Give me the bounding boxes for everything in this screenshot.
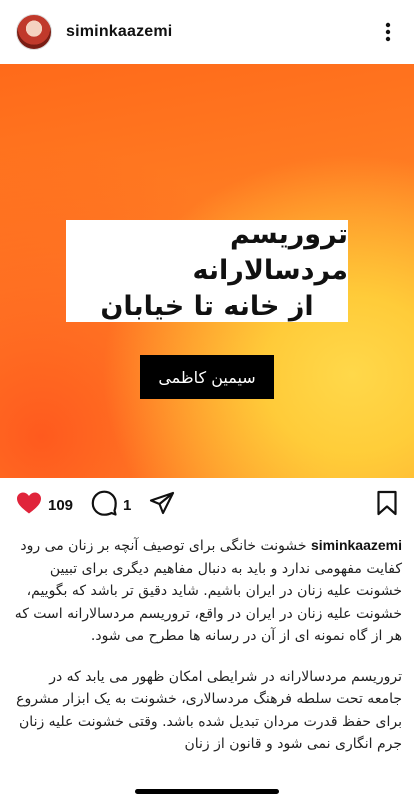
username[interactable]: siminkaazemi	[66, 23, 376, 41]
avatar[interactable]	[16, 14, 52, 50]
post-title-line1: تروریسم مردسالارانه	[192, 219, 348, 286]
bookmark-icon[interactable]	[376, 490, 398, 520]
post-caption: siminkaazemi خشونت خانگی برای توصیف آنچه…	[14, 534, 402, 774]
like-count: 109	[48, 496, 74, 514]
post-title-box: تروریسم مردسالارانه از خانه تا خیابان	[66, 219, 348, 322]
caption-username[interactable]: siminkaazemi	[311, 537, 402, 553]
caption-paragraph-2: تروریسم مردسالارانه در شرایطی امکان ظهور…	[16, 668, 402, 753]
share-icon[interactable]	[149, 491, 175, 519]
action-bar: 109 1	[0, 480, 414, 530]
heart-icon[interactable]	[16, 491, 42, 519]
home-indicator[interactable]	[135, 789, 279, 794]
comment-button[interactable]: 1	[91, 490, 131, 520]
bottom-fade	[0, 770, 414, 800]
comment-count: 1	[123, 496, 132, 514]
save-button[interactable]	[376, 490, 398, 520]
caption-paragraph-1: siminkaazemi خشونت خانگی برای توصیف آنچه…	[14, 534, 402, 648]
post-header: siminkaazemi	[0, 0, 414, 64]
like-button[interactable]: 109	[16, 491, 73, 519]
author-label: سیمین کاظمی	[140, 355, 274, 399]
more-vertical-icon[interactable]	[376, 20, 400, 44]
comment-icon[interactable]	[91, 490, 117, 520]
post-image[interactable]: تروریسم مردسالارانه از خانه تا خیابان سی…	[0, 64, 414, 478]
caption-text-1: خشونت خانگی برای توصیف آنچه بر زنان می ر…	[14, 538, 402, 644]
share-button[interactable]	[149, 491, 175, 519]
post-title-line2: از خانه تا خیابان	[100, 291, 314, 322]
